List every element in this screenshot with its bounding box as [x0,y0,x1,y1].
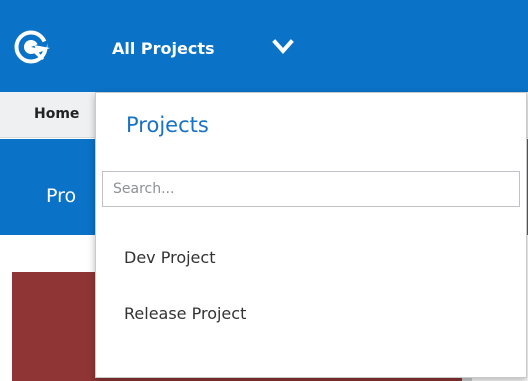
dropdown-title: Projects [126,113,209,137]
app-window: All Projects Home Pro Projects Dev Proje… [0,0,528,381]
project-search-input[interactable] [102,171,520,207]
chevron-down-icon[interactable] [272,38,294,56]
project-item-release[interactable]: Release Project [96,289,526,345]
top-header-bar: All Projects [0,0,528,92]
nav-home-link[interactable]: Home [34,106,79,122]
project-switcher-button[interactable]: All Projects [112,35,215,61]
app-logo-icon[interactable] [14,30,52,64]
project-item-dev[interactable]: Dev Project [96,233,526,289]
project-list: Dev Project Release Project [96,233,526,345]
page-title: Pro [46,185,77,207]
project-switcher-label: All Projects [112,38,215,58]
projects-dropdown: Projects Dev Project Release Project [95,92,527,378]
